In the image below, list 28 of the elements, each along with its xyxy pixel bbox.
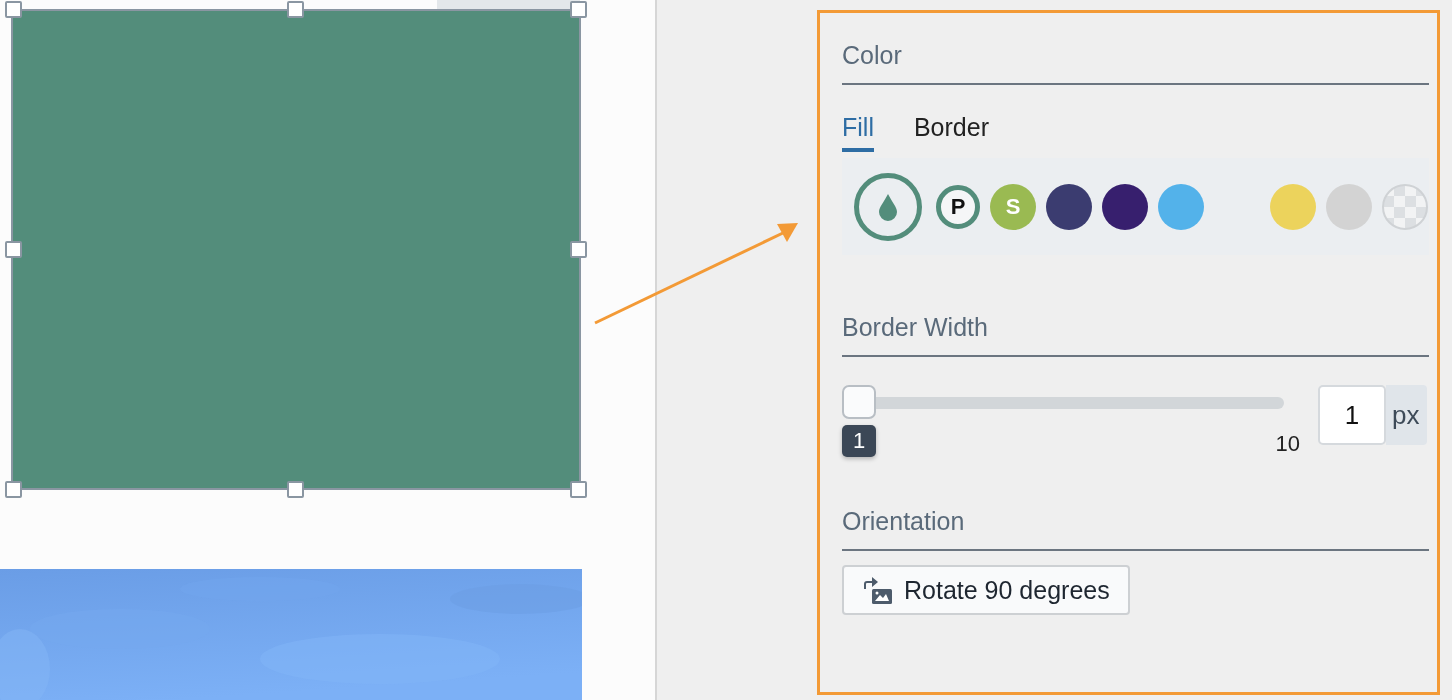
- color-swatch[interactable]: [1158, 183, 1204, 230]
- section-heading: Orientation: [842, 507, 966, 537]
- transparent-swatch[interactable]: [1382, 183, 1428, 230]
- color-tab[interactable]: Fill: [842, 113, 874, 152]
- color-swatch[interactable]: [1326, 183, 1372, 230]
- theme-color-swatch[interactable]: [854, 172, 922, 241]
- color-swatch[interactable]: [1046, 183, 1092, 230]
- resize-handle[interactable]: [5, 481, 22, 498]
- width-input[interactable]: 1: [1318, 385, 1386, 445]
- color-tab[interactable]: Border: [913, 113, 989, 152]
- slider-max-label: 10: [1275, 431, 1300, 457]
- color-swatch[interactable]: [1102, 183, 1148, 230]
- rotate-button[interactable]: Rotate 90 degrees: [842, 565, 1130, 615]
- resize-handle[interactable]: [287, 1, 304, 18]
- slider-value-label: 1: [842, 425, 876, 457]
- primary-color-swatch[interactable]: P: [936, 184, 980, 229]
- resize-handle[interactable]: [5, 1, 22, 18]
- section-heading: Border Width: [842, 313, 989, 343]
- resize-handle[interactable]: [5, 241, 22, 258]
- unit-label: px: [1386, 385, 1428, 445]
- resize-handle[interactable]: [570, 481, 587, 498]
- slider-thumb[interactable]: [842, 385, 876, 419]
- drop-icon: [878, 192, 898, 221]
- resize-handle[interactable]: [287, 481, 304, 498]
- resize-handle[interactable]: [570, 241, 587, 258]
- resize-handle[interactable]: [570, 1, 587, 18]
- color-swatch[interactable]: [1270, 183, 1316, 230]
- section-heading: Color: [842, 41, 903, 71]
